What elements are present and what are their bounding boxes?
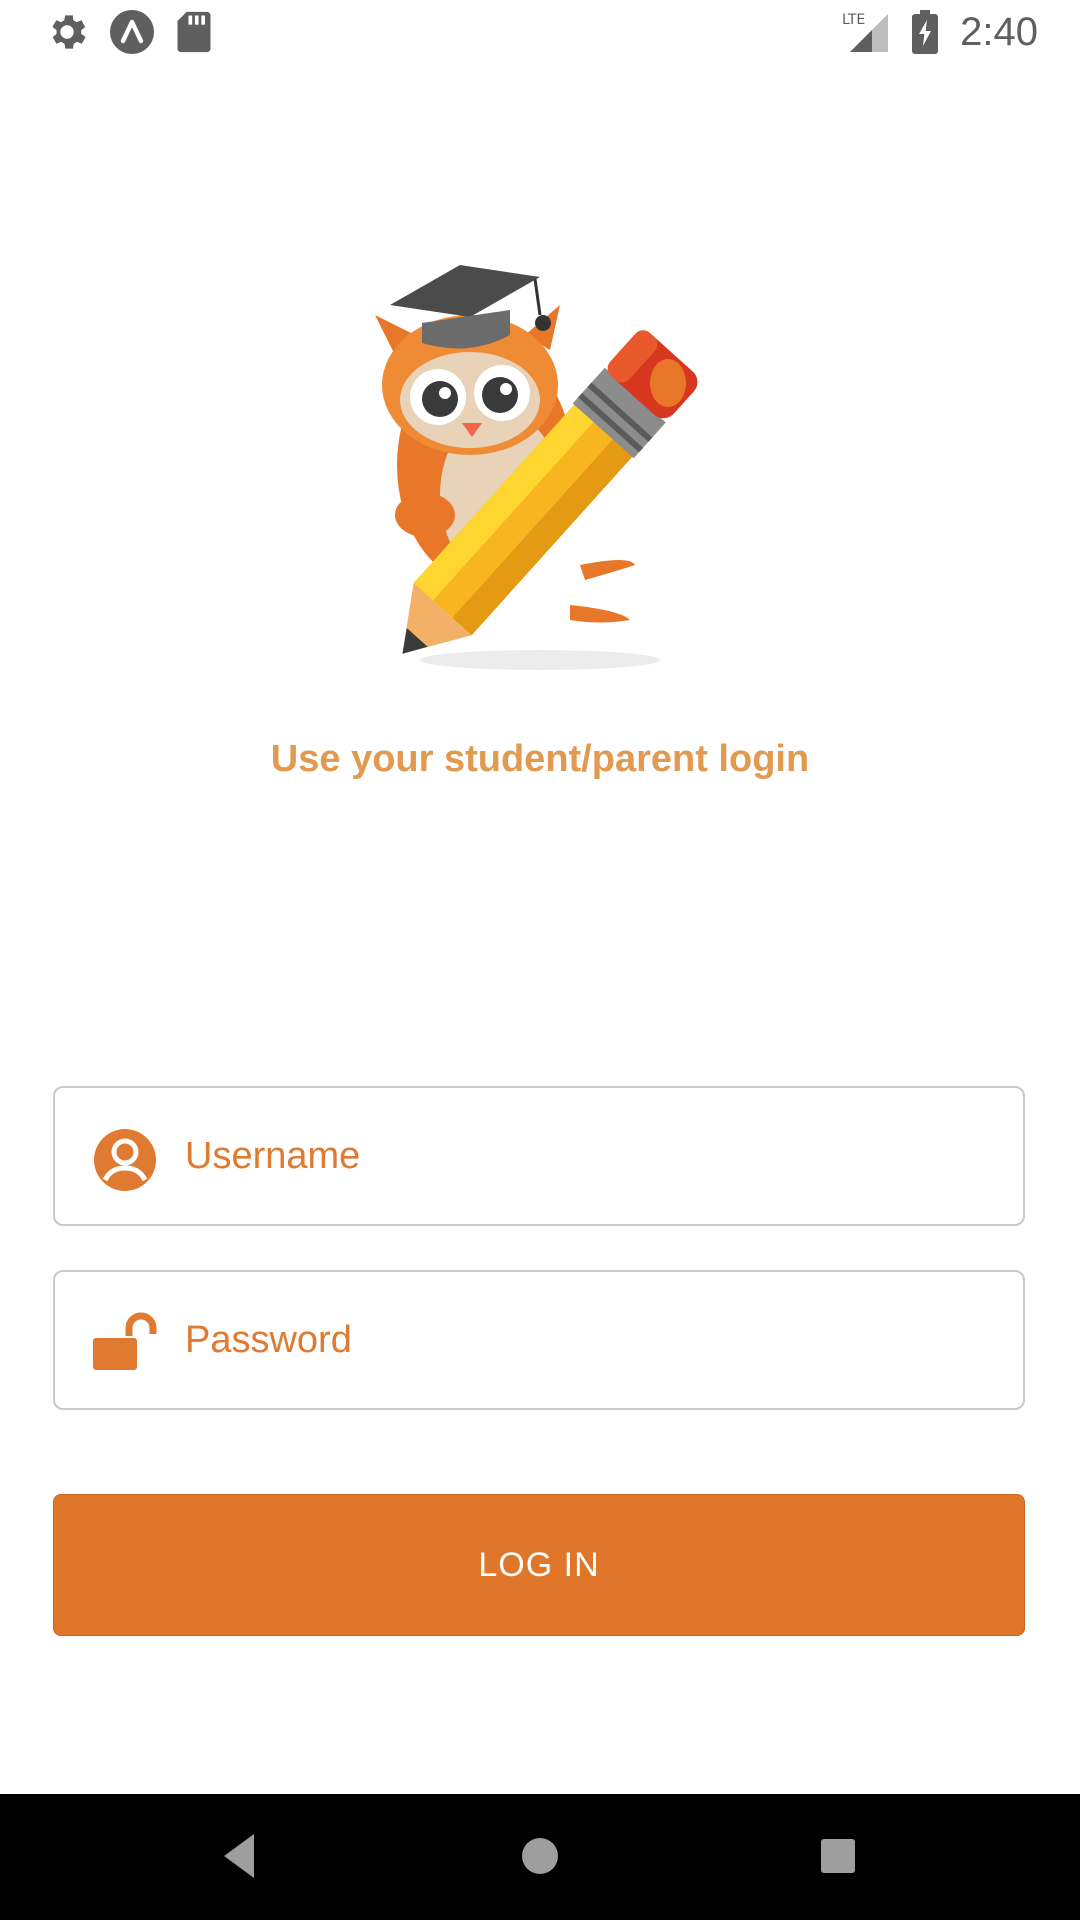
network-type-label: LTE: [842, 12, 865, 28]
login-screen: LTE 2:40 Use your student/parent login U…: [0, 0, 1080, 1920]
battery-charging-icon: [912, 10, 939, 54]
username-field[interactable]: Username: [53, 1086, 1025, 1226]
home-icon[interactable]: [508, 1824, 572, 1888]
username-placeholder: Username: [185, 1135, 361, 1177]
login-subtitle: Use your student/parent login: [270, 738, 810, 780]
gear-icon: [44, 9, 90, 55]
user-circle-icon: [93, 1128, 157, 1192]
password-placeholder: Password: [185, 1319, 352, 1361]
unlock-icon: [93, 1312, 157, 1376]
password-field[interactable]: Password: [53, 1270, 1025, 1410]
owl-pencil-logo: [330, 265, 750, 685]
status-time: 2:40: [960, 10, 1038, 54]
login-button[interactable]: LOG IN: [53, 1494, 1025, 1636]
back-icon[interactable]: [210, 1824, 274, 1888]
recents-icon[interactable]: [806, 1824, 870, 1888]
signal-icon: LTE: [842, 10, 890, 54]
status-left-icons: [44, 8, 214, 56]
status-bar: LTE 2:40: [0, 0, 1080, 64]
app-circle-icon: [108, 8, 156, 56]
sd-card-icon: [174, 10, 214, 54]
navigation-bar: [0, 1794, 1080, 1920]
status-right-icons: LTE 2:40: [842, 8, 1038, 56]
